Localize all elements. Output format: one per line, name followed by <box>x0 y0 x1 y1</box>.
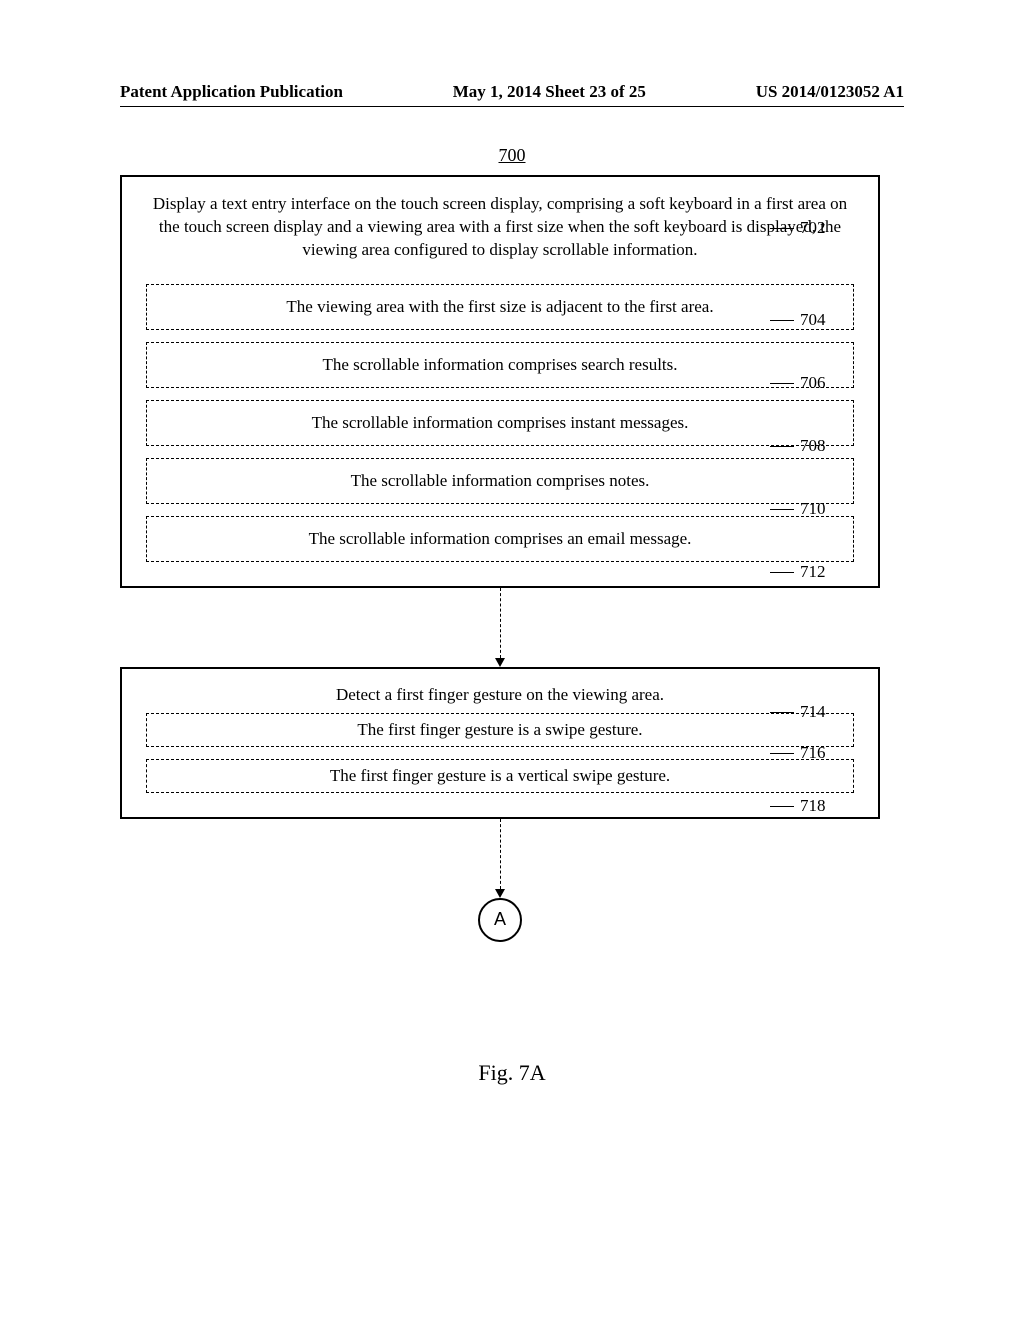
ref-718: 718 <box>800 796 826 816</box>
lead-line <box>770 446 794 447</box>
lead-line <box>770 572 794 573</box>
page-header: Patent Application Publication May 1, 20… <box>120 82 904 102</box>
lead-line <box>770 383 794 384</box>
lead-line <box>770 712 794 713</box>
ref-706: 706 <box>800 373 826 393</box>
step-708: The scrollable information comprises ins… <box>146 400 854 446</box>
header-right: US 2014/0123052 A1 <box>756 82 904 102</box>
header-center: May 1, 2014 Sheet 23 of 25 <box>453 82 646 102</box>
step-716-text: The first finger gesture is a swipe gest… <box>357 720 642 739</box>
step-704-text: The viewing area with the first size is … <box>286 297 713 316</box>
ref-704: 704 <box>800 310 826 330</box>
ref-710: 710 <box>800 499 826 519</box>
ref-702: 702 <box>800 218 826 238</box>
lead-line <box>770 320 794 321</box>
ref-714: 714 <box>800 702 826 722</box>
step-714: Detect a first finger gesture on the vie… <box>120 667 880 819</box>
step-712-text: The scrollable information comprises an … <box>309 529 692 548</box>
ref-712: 712 <box>800 562 826 582</box>
header-rule <box>120 106 904 107</box>
step-702: Display a text entry interface on the to… <box>120 175 880 588</box>
header-left: Patent Application Publication <box>120 82 343 102</box>
step-718: The first finger gesture is a vertical s… <box>146 759 854 793</box>
step-714-text: Detect a first finger gesture on the vie… <box>136 677 864 707</box>
flowchart: Display a text entry interface on the to… <box>120 175 880 942</box>
step-702-text: Display a text entry interface on the to… <box>136 189 864 272</box>
arrowhead-icon <box>495 658 505 667</box>
lead-line <box>770 806 794 807</box>
connector-label: A <box>494 909 506 930</box>
ref-716: 716 <box>800 743 826 763</box>
off-page-connector: A <box>478 898 522 942</box>
step-718-text: The first finger gesture is a vertical s… <box>330 766 670 785</box>
step-716: The first finger gesture is a swipe gest… <box>146 713 854 747</box>
step-704: The viewing area with the first size is … <box>146 284 854 330</box>
step-712: The scrollable information comprises an … <box>146 516 854 562</box>
ref-708: 708 <box>800 436 826 456</box>
step-710: The scrollable information comprises not… <box>146 458 854 504</box>
lead-line <box>770 228 794 229</box>
lead-line <box>770 753 794 754</box>
figure-caption: Fig. 7A <box>0 1060 1024 1086</box>
figure-number: 700 <box>0 145 1024 166</box>
connector-1 <box>500 588 501 658</box>
step-708-text: The scrollable information comprises ins… <box>312 413 689 432</box>
step-710-text: The scrollable information comprises not… <box>351 471 650 490</box>
step-706-text: The scrollable information comprises sea… <box>323 355 678 374</box>
arrowhead-icon <box>495 889 505 898</box>
connector-2 <box>500 819 501 889</box>
step-706: The scrollable information comprises sea… <box>146 342 854 388</box>
lead-line <box>770 509 794 510</box>
